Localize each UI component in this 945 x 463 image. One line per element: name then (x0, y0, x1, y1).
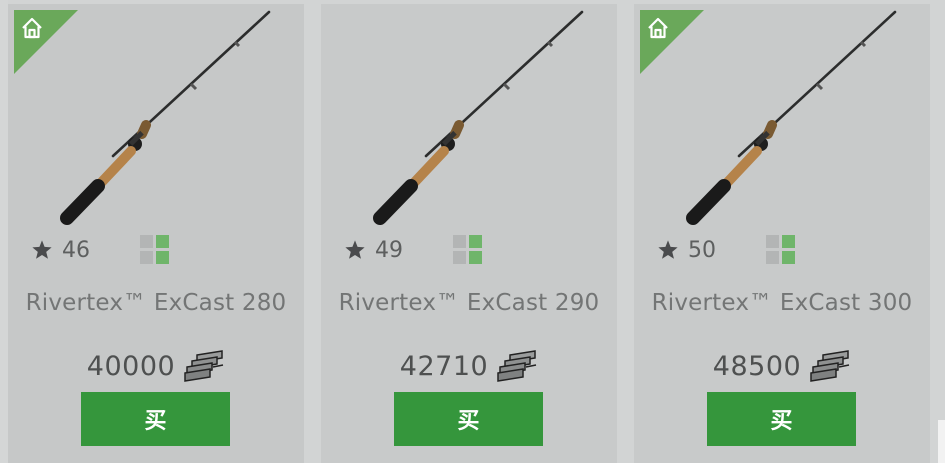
rating-value: 50 (688, 237, 716, 263)
star-icon (658, 240, 678, 259)
star-icon (345, 240, 365, 259)
slots-icon (452, 234, 484, 266)
price: 48500 (634, 346, 930, 386)
product-card[interactable]: 46 Rivertex™ ExCast 280 40000 买 (8, 4, 304, 463)
product-card[interactable]: 49 Rivertex™ ExCast 290 42710 买 (321, 4, 617, 463)
cash-stack-icon (810, 350, 850, 382)
rating-value: 49 (375, 237, 403, 263)
rating: 46 (31, 232, 90, 268)
product-name: Rivertex™ ExCast 300 (651, 290, 913, 316)
cash-stack-icon (497, 350, 537, 382)
slots-icon (765, 234, 797, 266)
buy-button[interactable]: 买 (707, 392, 856, 446)
rating-value: 46 (62, 237, 90, 263)
rating: 50 (657, 232, 716, 268)
slots-icon (139, 234, 171, 266)
price: 40000 (8, 346, 304, 386)
left-edge-strip (0, 0, 8, 463)
buy-button[interactable]: 买 (81, 392, 230, 446)
star-icon (32, 240, 52, 259)
price-value: 40000 (86, 350, 176, 382)
fishing-rod-image (43, 6, 283, 228)
right-edge-strip (938, 420, 945, 463)
fishing-rod-image (356, 6, 596, 228)
product-name: Rivertex™ ExCast 280 (25, 290, 287, 316)
rating: 49 (344, 232, 403, 268)
product-name: Rivertex™ ExCast 290 (338, 290, 600, 316)
buy-button[interactable]: 买 (394, 392, 543, 446)
fishing-rod-image (669, 6, 909, 228)
price: 42710 (321, 346, 617, 386)
cash-stack-icon (184, 350, 224, 382)
price-value: 42710 (399, 350, 489, 382)
price-value: 48500 (712, 350, 802, 382)
product-card[interactable]: 50 Rivertex™ ExCast 300 48500 买 (634, 4, 930, 463)
